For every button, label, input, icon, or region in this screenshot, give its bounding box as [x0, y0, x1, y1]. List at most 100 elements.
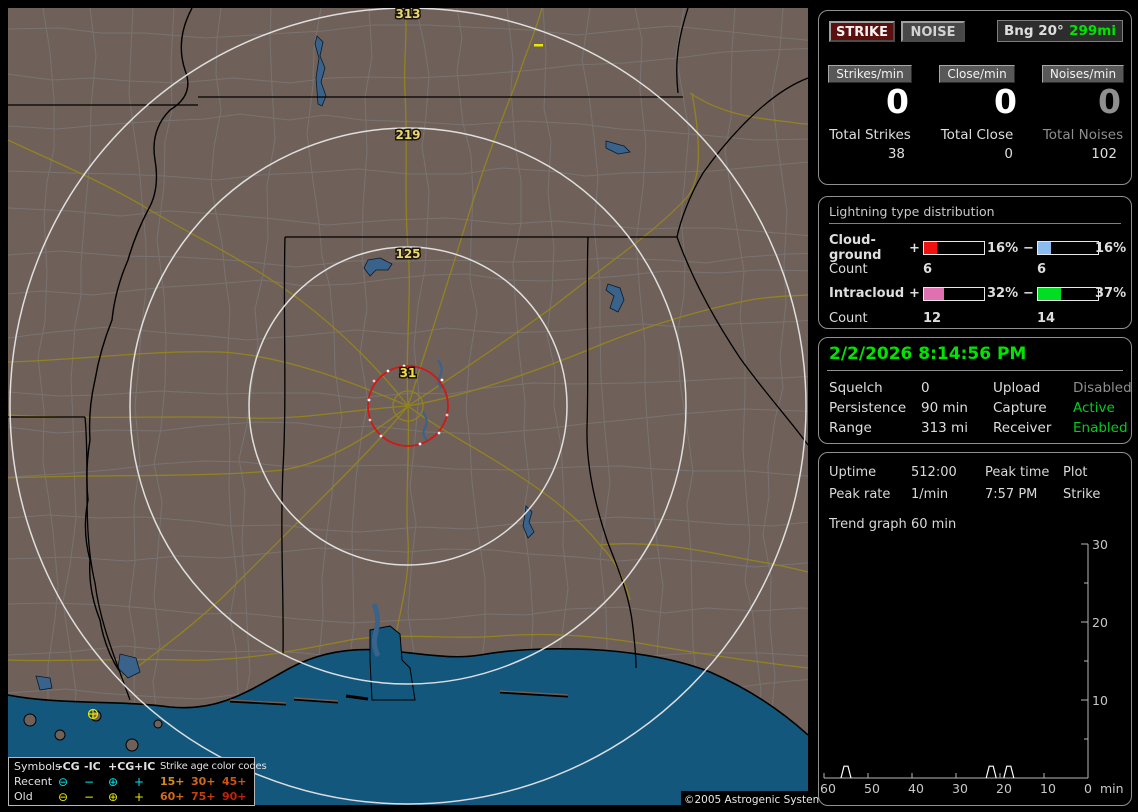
- cg-positive-count: 6: [923, 261, 933, 277]
- app-window: { "map": { "ring_labels": ["313","219","…: [0, 0, 1138, 812]
- legend-col-pos-ic: +IC: [134, 760, 156, 773]
- trend-labels: 30 20 10 60 50 40 30 20 10 0 min: [820, 537, 1124, 796]
- minus-sign: −: [1023, 240, 1034, 256]
- cg-positive-bar: [923, 241, 985, 255]
- plus-sign: +: [909, 240, 920, 256]
- x-axis-unit: min: [1100, 781, 1124, 796]
- copyright-label: ©2005 Astrogenic Systems: [681, 791, 828, 809]
- close-per-min-badge[interactable]: Close/min: [939, 65, 1015, 83]
- cg-negative-pct: 16%: [1095, 240, 1127, 256]
- total-strikes-label: Total Strikes: [829, 127, 911, 143]
- peak-time-value: 7:57 PM: [985, 486, 1038, 502]
- trend-graph-label: Trend graph: [829, 516, 907, 532]
- x-tick-0: 0: [1084, 781, 1092, 796]
- ic-negative-count: 14: [1037, 310, 1056, 326]
- datetime-display: 2/2/2026 8:14:56 PM: [827, 342, 1123, 371]
- plot-label: Plot: [1063, 464, 1088, 480]
- squelch-value: 0: [921, 380, 930, 396]
- intracloud-row: Intracloud + 32% − 37%: [829, 282, 1127, 305]
- noise-button[interactable]: NOISE: [901, 21, 965, 42]
- cloud-ground-label: Cloud-ground: [829, 233, 882, 263]
- trend-series: [840, 765, 1015, 779]
- strike-mark: [534, 44, 543, 47]
- close-per-min-value: 0: [994, 82, 1017, 121]
- noises-per-min-badge[interactable]: Noises/min: [1041, 65, 1125, 83]
- x-tick-30: 30: [952, 781, 968, 796]
- cg-negative-bar-fill: [1038, 242, 1052, 254]
- ring-label-219: 219: [395, 128, 420, 142]
- trend-panel: Uptime 512:00 Peak time Plot Peak rate 1…: [818, 452, 1132, 806]
- status-panel: 2/2/2026 8:14:56 PM Squelch 0 Upload Dis…: [818, 337, 1132, 444]
- old-positive-cg-strike-icon: [87, 708, 99, 720]
- x-tick-10: 10: [1040, 781, 1056, 796]
- legend-old-label: Old: [14, 790, 33, 803]
- bearing-value: Bng 20°: [1004, 23, 1064, 39]
- legend-old-row: Old ⊖ − ⊕ + 60+ 75+ 90+: [14, 789, 254, 804]
- ring-label-313: 313: [395, 8, 420, 21]
- recent-neg-cg-icon: ⊖: [58, 774, 69, 789]
- cg-positive-pct: 16%: [987, 240, 1019, 256]
- strikes-column: Strikes/min 0 Total Strikes 38: [825, 63, 915, 162]
- bearing-range-readout: Bng 20° 299mi: [997, 20, 1123, 42]
- ic-positive-count: 12: [923, 310, 942, 326]
- old-neg-cg-icon: ⊖: [58, 789, 69, 804]
- age-30: 30+: [191, 775, 216, 788]
- peak-rate-label: Peak rate: [829, 486, 891, 502]
- trend-axes: [823, 543, 1089, 779]
- recent-pos-ic-icon: +: [134, 774, 145, 789]
- strike-counters-panel: STRIKE NOISE Bng 20° 299mi Strikes/min 0…: [818, 10, 1132, 185]
- capture-label: Capture: [993, 400, 1047, 416]
- strikes-per-min-badge[interactable]: Strikes/min: [828, 65, 912, 83]
- y-tick-10: 10: [1092, 693, 1108, 708]
- strike-button[interactable]: STRIKE: [829, 21, 895, 42]
- age-45: 45+: [222, 775, 247, 788]
- intracloud-label: Intracloud: [829, 286, 905, 301]
- trend-graph-row: Trend graph 60 min: [827, 513, 1123, 535]
- total-close-value: 0: [1004, 146, 1013, 162]
- legend-col-neg-ic: -IC: [84, 760, 101, 773]
- range-value: 313 mi: [921, 420, 968, 436]
- trend-window-value: 60 min: [911, 516, 957, 532]
- uptime-value: 512:00: [911, 464, 957, 480]
- ic-negative-bar: [1037, 286, 1099, 301]
- ic-positive-bar-fill: [924, 287, 945, 300]
- ic-negative-bar-fill: [1038, 287, 1061, 300]
- legend-recent-row: Recent ⊖ − ⊕ + 15+ 30+ 45+: [14, 774, 254, 789]
- total-noises-value: 102: [1091, 146, 1117, 162]
- cg-positive-bar-fill: [924, 242, 938, 254]
- persistence-label: Persistence: [829, 400, 907, 416]
- receiver-label: Receiver: [993, 420, 1052, 436]
- distribution-title: Lightning type distribution: [829, 204, 1121, 224]
- squelch-label: Squelch: [829, 380, 883, 396]
- count-label: Count: [829, 310, 868, 326]
- legend-symbols-header: Symbols: [14, 760, 61, 773]
- old-neg-ic-icon: −: [84, 789, 95, 804]
- cloud-ground-row: Cloud-ground + 16% − 16%: [829, 233, 1127, 263]
- uptime-label: Uptime: [829, 464, 877, 480]
- x-tick-50: 50: [864, 781, 880, 796]
- x-tick-60: 60: [820, 781, 836, 796]
- minus-sign: −: [1023, 286, 1034, 301]
- noises-column: Noises/min 0 Total Noises 102: [1039, 63, 1127, 162]
- cg-negative-bar: [1037, 241, 1099, 255]
- age-15: 15+: [160, 775, 185, 788]
- lightning-map[interactable]: 313 219 125 31: [8, 8, 808, 805]
- ring-label-31: 31: [400, 366, 417, 380]
- legend-col-neg-cg: -CG: [58, 760, 80, 773]
- ic-negative-pct: 37%: [1095, 286, 1127, 301]
- range-label: Range: [829, 420, 872, 436]
- strikes-per-min-value: 0: [886, 82, 909, 121]
- range-value: 299mi: [1069, 23, 1116, 39]
- recent-pos-cg-icon: ⊕: [108, 774, 119, 789]
- legend-recent-label: Recent: [14, 775, 53, 788]
- persistence-value: 90 min: [921, 400, 968, 416]
- status-row: Range 313 mi Receiver Enabled: [827, 418, 1128, 438]
- age-60: 60+: [160, 790, 185, 803]
- ring-label-125: 125: [395, 247, 420, 261]
- upload-label: Upload: [993, 380, 1041, 396]
- status-row: Squelch 0 Upload Disabled: [827, 378, 1132, 398]
- age-75: 75+: [191, 790, 216, 803]
- noises-per-min-value: 0: [1098, 82, 1121, 121]
- old-pos-cg-icon: ⊕: [108, 789, 119, 804]
- peak-rate-value: 1/min: [911, 486, 949, 502]
